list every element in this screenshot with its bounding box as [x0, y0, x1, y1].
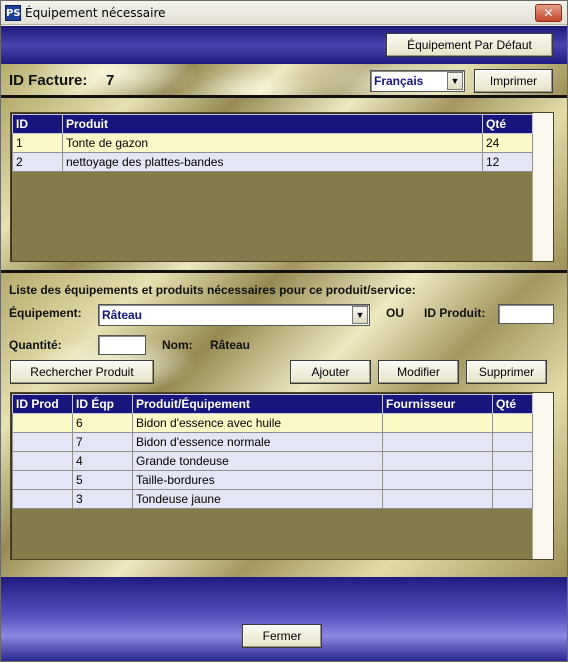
column-header-qty[interactable]: Qté	[492, 394, 533, 414]
window-title: Équipement nécessaire	[25, 6, 166, 20]
invoice-bar: ID Facture: 7 Français ▼ Imprimer	[1, 64, 567, 95]
cell-id-eqp: 5	[72, 470, 133, 490]
table-row[interactable]: 2 nettoyage des plattes-bandes 12	[12, 152, 533, 172]
default-equipment-button[interactable]: Équipement Par Défaut	[386, 33, 553, 57]
cell-qty: 12	[482, 152, 533, 172]
cell-supplier	[382, 451, 493, 471]
cell-id-prod	[12, 470, 73, 490]
equipment-select[interactable]: Râteau ▼	[98, 304, 370, 326]
cell-name: Taille-bordures	[132, 470, 383, 490]
product-id-label: ID Produit:	[424, 306, 486, 320]
cell-id-prod	[12, 432, 73, 452]
products-table: ID Produit Qté 1 Tonte de gazon 24 2 net…	[12, 114, 533, 172]
cell-qty	[492, 451, 533, 471]
header-band: Équipement Par Défaut	[1, 26, 567, 64]
equipment-table: ID Prod ID Éqp Produit/Équipement Fourni…	[12, 394, 533, 509]
column-header-supplier[interactable]: Fournisseur	[382, 394, 493, 414]
close-window-button[interactable]: ✕	[535, 4, 562, 22]
language-select[interactable]: Français ▼	[370, 70, 465, 92]
quantity-input[interactable]	[98, 335, 146, 355]
table-row[interactable]: 3 Tondeuse jaune	[12, 489, 533, 509]
print-button[interactable]: Imprimer	[474, 69, 553, 93]
invoice-id-label: ID Facture:	[9, 72, 88, 89]
quantity-label: Quantité:	[9, 338, 62, 352]
cell-supplier	[382, 489, 493, 509]
cell-id-eqp: 3	[72, 489, 133, 509]
chevron-down-icon[interactable]: ▼	[447, 72, 463, 90]
cell-name: Tondeuse jaune	[132, 489, 383, 509]
or-label: OU	[386, 306, 404, 320]
cell-id-prod	[12, 489, 73, 509]
column-header-id-eqp[interactable]: ID Éqp	[72, 394, 133, 414]
cell-id-eqp: 6	[72, 413, 133, 433]
name-value: Râteau	[210, 338, 251, 352]
cell-qty	[492, 432, 533, 452]
equipment-window: PS Équipement nécessaire ✕ Équipement Pa…	[0, 0, 568, 662]
close-button[interactable]: Fermer	[242, 624, 322, 648]
cell-id: 1	[12, 133, 63, 153]
cell-product: Tonte de gazon	[62, 133, 483, 153]
column-header-qty[interactable]: Qté	[482, 114, 533, 134]
cell-supplier	[382, 413, 493, 433]
delete-button[interactable]: Supprimer	[466, 360, 547, 384]
grid-blank-area	[532, 113, 553, 261]
column-header-product[interactable]: Produit	[62, 114, 483, 134]
cell-id-eqp: 7	[72, 432, 133, 452]
cell-qty	[492, 470, 533, 490]
add-button[interactable]: Ajouter	[290, 360, 371, 384]
cell-name: Bidon d'essence avec huile	[132, 413, 383, 433]
chevron-down-icon[interactable]: ▼	[352, 306, 368, 324]
equipment-grid-panel[interactable]: ID Prod ID Éqp Produit/Équipement Fourni…	[10, 392, 554, 560]
column-header-product-equipment[interactable]: Produit/Équipement	[132, 394, 383, 414]
cell-qty: 24	[482, 133, 533, 153]
title-bar[interactable]: PS Équipement nécessaire ✕	[1, 1, 567, 25]
cell-id-prod	[12, 413, 73, 433]
cell-product: nettoyage des plattes-bandes	[62, 152, 483, 172]
column-header-id[interactable]: ID	[12, 114, 63, 134]
search-product-button[interactable]: Rechercher Produit	[10, 360, 154, 384]
invoice-id-value: 7	[106, 72, 115, 89]
table-row[interactable]: 7 Bidon d'essence normale	[12, 432, 533, 452]
cell-name: Grande tondeuse	[132, 451, 383, 471]
ps-app-icon: PS	[5, 5, 21, 21]
table-row[interactable]: 6 Bidon d'essence avec huile	[12, 413, 533, 433]
equipment-select-value: Râteau	[102, 308, 143, 322]
cell-qty	[492, 413, 533, 433]
table-row[interactable]: 5 Taille-bordures	[12, 470, 533, 490]
table-row[interactable]: 1 Tonte de gazon 24	[12, 133, 533, 153]
edit-button[interactable]: Modifier	[378, 360, 459, 384]
column-header-id-prod[interactable]: ID Prod	[12, 394, 73, 414]
cell-id: 2	[12, 152, 63, 172]
cell-id-prod	[12, 451, 73, 471]
equipment-area: Liste des équipements et produits nécess…	[1, 273, 567, 577]
equipment-label: Équipement:	[9, 306, 82, 320]
equipment-list-heading: Liste des équipements et produits nécess…	[9, 283, 416, 297]
products-grid-panel[interactable]: ID Produit Qté 1 Tonte de gazon 24 2 net…	[10, 112, 554, 262]
table-row[interactable]: 4 Grande tondeuse	[12, 451, 533, 471]
cell-supplier	[382, 470, 493, 490]
cell-supplier	[382, 432, 493, 452]
products-area: ID Produit Qté 1 Tonte de gazon 24 2 net…	[1, 98, 567, 270]
product-id-input[interactable]	[498, 304, 554, 324]
grid-blank-area	[532, 393, 553, 559]
cell-qty	[492, 489, 533, 509]
language-select-value: Français	[374, 74, 424, 88]
cell-id-eqp: 4	[72, 451, 133, 471]
footer-band: Fermer	[1, 577, 567, 661]
cell-name: Bidon d'essence normale	[132, 432, 383, 452]
name-label: Nom:	[162, 338, 193, 352]
